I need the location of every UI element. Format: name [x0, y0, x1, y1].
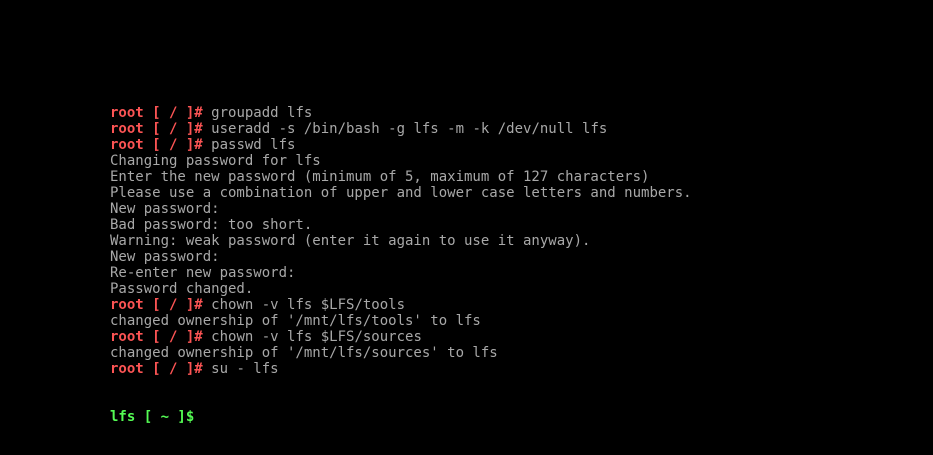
- output-line: Changing password for lfs: [110, 153, 910, 169]
- command-line: root [ / ]# passwd lfs: [110, 137, 910, 153]
- command-line: root [ / ]# chown -v lfs $LFS/tools: [110, 297, 910, 313]
- output-line: New password:: [110, 201, 910, 217]
- output-text: changed ownership of '/mnt/lfs/tools' to…: [110, 313, 481, 329]
- output-line: Please use a combination of upper and lo…: [110, 185, 910, 201]
- root-prompt: root [ / ]#: [110, 121, 212, 137]
- output-text: New password:: [110, 201, 220, 217]
- current-prompt: lfs [ ~ ]$: [110, 409, 195, 425]
- command-text: su - lfs: [211, 361, 279, 377]
- output-line: Enter the new password (minimum of 5, ma…: [110, 169, 910, 185]
- command-text: groupadd lfs: [211, 105, 313, 121]
- command-line: root [ / ]# chown -v lfs $LFS/sources: [110, 329, 910, 345]
- command-text: chown -v lfs $LFS/sources: [211, 329, 422, 345]
- output-text: changed ownership of '/mnt/lfs/sources' …: [110, 345, 498, 361]
- output-text: Re-enter new password:: [110, 265, 296, 281]
- terminal-screen[interactable]: root [ / ]# groupadd lfs root [ / ]# user…: [110, 73, 910, 441]
- command-text: chown -v lfs $LFS/tools: [211, 297, 406, 313]
- output-text: Enter the new password (minimum of 5, ma…: [110, 169, 650, 185]
- output-line: Password changed.: [110, 281, 910, 297]
- terminal-input-line[interactable]: lfs [ ~ ]$: [110, 409, 910, 425]
- output-text: Bad password: too short.: [110, 217, 313, 233]
- terminal-output: root [ / ]# groupadd lfs root [ / ]# user…: [110, 105, 910, 377]
- root-prompt: root [ / ]#: [110, 361, 212, 377]
- command-line: root [ / ]# useradd -s /bin/bash -g lfs …: [110, 121, 910, 137]
- root-prompt: root [ / ]#: [110, 329, 212, 345]
- command-text: useradd -s /bin/bash -g lfs -m -k /dev/n…: [211, 121, 608, 137]
- root-prompt: root [ / ]#: [110, 297, 212, 313]
- output-line: changed ownership of '/mnt/lfs/sources' …: [110, 345, 910, 361]
- output-line: Warning: weak password (enter it again t…: [110, 233, 910, 249]
- output-line: Bad password: too short.: [110, 217, 910, 233]
- output-text: Changing password for lfs: [110, 153, 321, 169]
- output-text: Please use a combination of upper and lo…: [110, 185, 692, 201]
- output-text: Password changed.: [110, 281, 254, 297]
- output-line: New password:: [110, 249, 910, 265]
- output-line: Re-enter new password:: [110, 265, 910, 281]
- output-text: New password:: [110, 249, 220, 265]
- command-line: root [ / ]# groupadd lfs: [110, 105, 910, 121]
- root-prompt: root [ / ]#: [110, 105, 212, 121]
- command-line: root [ / ]# su - lfs: [110, 361, 910, 377]
- output-text: Warning: weak password (enter it again t…: [110, 233, 591, 249]
- text-cursor: [194, 409, 202, 423]
- output-line: changed ownership of '/mnt/lfs/tools' to…: [110, 313, 910, 329]
- command-text: passwd lfs: [211, 137, 296, 153]
- root-prompt: root [ / ]#: [110, 137, 212, 153]
